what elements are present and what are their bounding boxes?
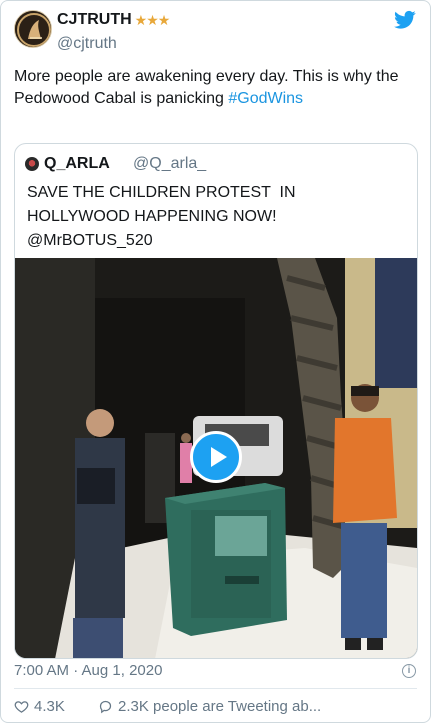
quoted-display-name: Q_ARLA	[44, 155, 110, 172]
info-icon[interactable]: i	[402, 664, 416, 678]
tweet-text: More people are awakening every day. Thi…	[14, 66, 419, 110]
quoted-handle: @Q_arla_	[133, 155, 207, 172]
tweet-timestamp[interactable]: 7:00 AM · Aug 1, 2020	[14, 660, 162, 682]
play-button[interactable]	[190, 431, 242, 483]
heart-icon	[14, 700, 29, 713]
profile-avatar[interactable]	[14, 10, 52, 48]
quoted-text: SAVE THE CHILDREN PROTEST IN HOLLYWOOD H…	[27, 184, 296, 249]
video-thumbnail[interactable]	[15, 258, 417, 658]
tweet-card: CJTRUTH ★★★ @cjtruth More people are awa…	[0, 0, 431, 723]
conversation-text: 2.3K people are Tweeting ab...	[118, 697, 322, 715]
hashtag-link[interactable]: #GodWins	[228, 90, 303, 107]
author-display-name[interactable]: CJTRUTH ★★★	[57, 9, 171, 31]
like-count: 4.3K	[34, 697, 65, 715]
chat-bubble-icon	[99, 700, 112, 713]
tweet-body: More people are awakening every day. Thi…	[14, 68, 399, 107]
author-handle[interactable]: @cjtruth	[57, 33, 117, 55]
star-badge-icon: ★★★	[134, 12, 171, 28]
conversation-link[interactable]: 2.3K people are Tweeting ab...	[98, 695, 418, 717]
quoted-tweet[interactable]: Q_ARLA @Q_arla_ SAVE THE CHILDREN PROTES…	[14, 143, 418, 659]
twitter-bird-icon[interactable]	[394, 10, 416, 30]
play-icon	[210, 447, 227, 467]
like-button[interactable]: 4.3K	[14, 695, 65, 717]
footer-divider	[14, 688, 417, 689]
quoted-avatar	[25, 157, 39, 171]
author-name: CJTRUTH	[57, 11, 132, 28]
